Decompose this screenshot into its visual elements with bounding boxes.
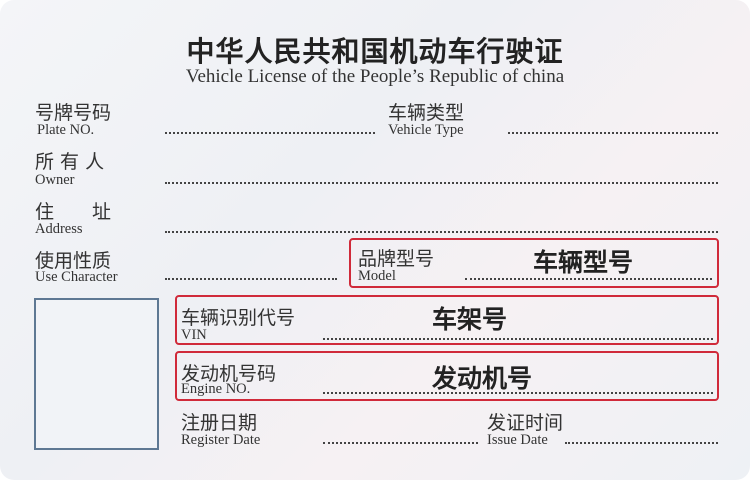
license-title-english: Vehicle License of the People’s Republic… [185,66,565,87]
vehicle-type-label-en: Vehicle Type [388,122,464,138]
vin-label-en: VIN [181,327,207,343]
license-title-chinese: 中华人民共和国机动车行驶证 [186,35,564,68]
owner-value-line [165,174,718,184]
owner-label-en: Owner [35,172,75,188]
vehicle-license-card: 中华人民共和国机动车行驶证 Vehicle License of the Peo… [0,0,750,480]
model-value: 车辆型号 [533,248,634,277]
plate-no-value-line [165,124,375,134]
vin-label-cn: 车辆识别代号 [181,307,296,329]
address-label-en: Address [35,221,83,237]
address-value-line [165,223,718,233]
engine-no-value: 发动机号 [432,364,533,393]
owner-label-cn: 所 有 人 [35,151,105,173]
vin-value: 车架号 [432,305,508,334]
vin-value-line [323,330,713,340]
address-label-cn: 住 址 [35,201,112,223]
photo-box [34,298,159,450]
vehicle-type-label-cn: 车辆类型 [388,102,465,124]
issue-date-label-cn: 发证时间 [487,412,564,434]
issue-date-value-line [565,434,718,444]
model-label-en: Model [358,268,396,284]
use-character-value-line [165,270,337,280]
register-date-label-cn: 注册日期 [181,412,258,434]
engine-no-label-en: Engine NO. [181,381,251,397]
model-label-cn: 品牌型号 [358,248,435,270]
register-date-label-en: Register Date [181,432,261,448]
plate-no-label-en: Plate NO. [37,122,95,138]
plate-no-label-cn: 号牌号码 [35,102,112,124]
vehicle-type-value-line [508,124,718,134]
register-date-value-line [323,434,478,444]
issue-date-label-en: Issue Date [487,432,548,448]
use-character-label-en: Use Character [35,269,118,285]
